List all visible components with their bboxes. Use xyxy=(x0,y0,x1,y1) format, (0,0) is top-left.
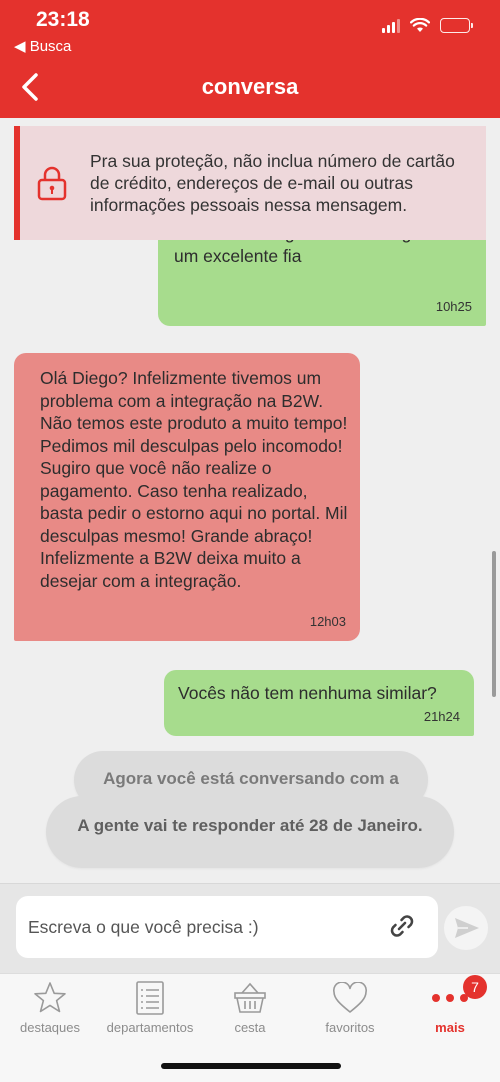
list-icon xyxy=(136,981,164,1015)
tab-label: departamentos xyxy=(106,1020,194,1035)
message-bubble-outgoing[interactable]: Vocês não tem nenhuma similar? 21h24 xyxy=(164,670,474,736)
chat-area[interactable]: Pra sua proteção, não inclua número de c… xyxy=(0,118,500,883)
tab-label: cesta xyxy=(234,1020,266,1035)
send-icon xyxy=(455,918,479,938)
app-header: 23:18 ◀ Busca conversa xyxy=(0,0,500,118)
tab-label: destaques xyxy=(20,1020,80,1035)
message-time: 21h24 xyxy=(423,708,460,724)
tab-cesta[interactable]: cesta xyxy=(200,980,300,1035)
lock-icon xyxy=(37,166,67,201)
status-time: 23:18 xyxy=(36,8,90,31)
back-to-app-link[interactable]: ◀ Busca xyxy=(14,37,71,55)
message-text: Olá Diego? Infelizmente tivemos um probl… xyxy=(40,368,348,591)
system-message: A gente vai te responder até 28 de Janei… xyxy=(46,796,454,868)
star-icon xyxy=(34,982,66,1013)
page-title: conversa xyxy=(201,74,299,99)
compose-bar: Escreva o que você precisa :) xyxy=(0,883,500,973)
tab-destaques[interactable]: destaques xyxy=(0,980,100,1035)
notification-badge: 7 xyxy=(463,975,487,999)
message-input[interactable]: Escreva o que você precisa :) xyxy=(16,896,438,958)
message-time: 12h03 xyxy=(309,613,346,629)
wifi-icon xyxy=(410,18,430,32)
status-icons xyxy=(382,18,473,33)
attach-icon[interactable] xyxy=(388,912,416,940)
heart-icon xyxy=(333,982,367,1013)
scrollbar[interactable] xyxy=(492,551,496,697)
message-time: 10h25 xyxy=(435,298,472,314)
battery-icon xyxy=(440,18,473,33)
basket-icon xyxy=(234,982,266,1013)
signal-icon xyxy=(382,18,400,33)
more-dots-icon xyxy=(432,994,468,1002)
tab-label: favoritos xyxy=(325,1020,375,1035)
home-indicator[interactable] xyxy=(161,1063,341,1069)
tab-favoritos[interactable]: favoritos xyxy=(300,980,400,1035)
message-input-placeholder: Escreva o que você precisa :) xyxy=(28,917,259,937)
privacy-warning: Pra sua proteção, não inclua número de c… xyxy=(14,126,486,240)
message-bubble-incoming[interactable]: Olá Diego? Infelizmente tivemos um probl… xyxy=(14,353,360,641)
tab-departamentos[interactable]: departamentos xyxy=(100,980,200,1035)
message-text: Vocês não tem nenhuma similar? xyxy=(178,683,437,703)
send-button[interactable] xyxy=(444,906,488,950)
privacy-warning-text: Pra sua proteção, não inclua número de c… xyxy=(90,151,455,215)
tab-label: mais xyxy=(435,1020,465,1035)
